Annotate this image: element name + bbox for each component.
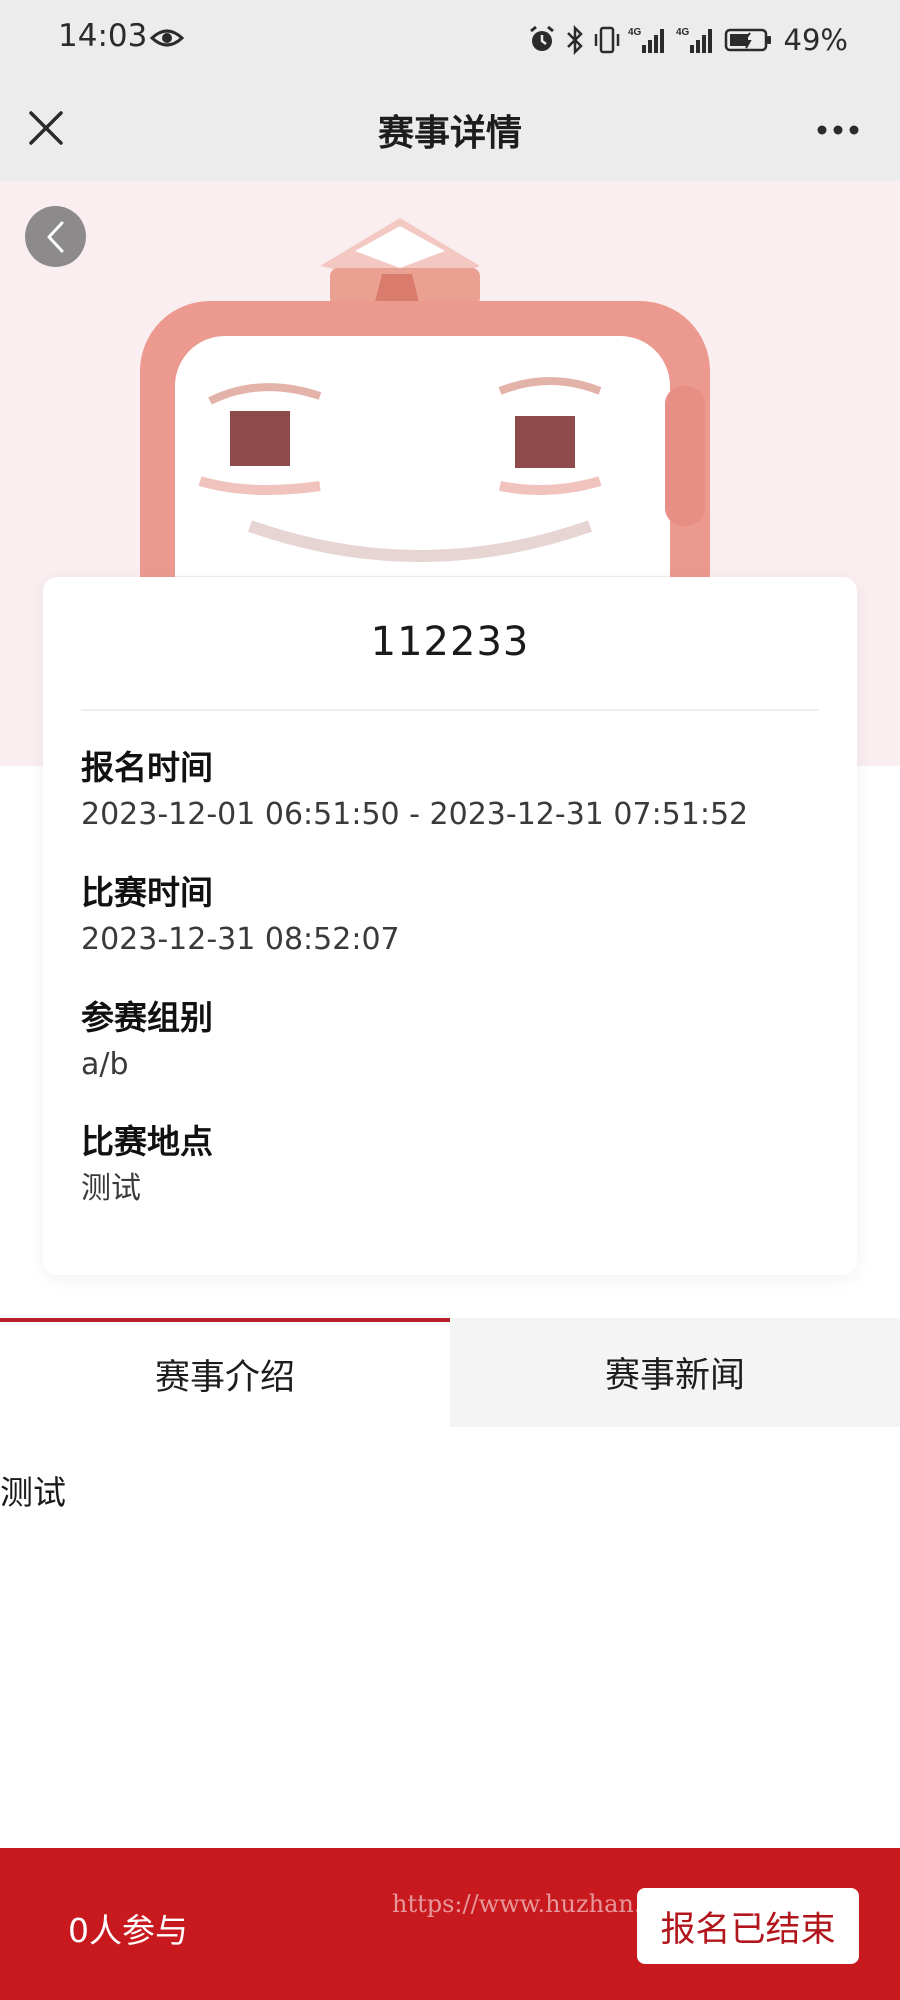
divider xyxy=(81,709,819,711)
field-value: 2023-12-01 06:51:50 - 2023-12-31 07:51:5… xyxy=(81,797,749,832)
field-group: 参赛组别 a/b xyxy=(81,995,819,1087)
status-time: 14:03 xyxy=(58,18,148,54)
bottom-bar: 0人参与 报名已结束 https://www.huzhan.com/ishop4… xyxy=(0,1848,900,2000)
tab-bar: 赛事介绍 赛事新闻 xyxy=(0,1318,900,1427)
vibrate-icon xyxy=(594,26,619,54)
field-value: 测试 xyxy=(81,1171,141,1206)
field-location: 比赛地点 测试 xyxy=(81,1119,819,1211)
signal-icon: 4G xyxy=(628,27,664,53)
tab-news[interactable]: 赛事新闻 xyxy=(450,1318,900,1427)
field-label: 参赛组别 xyxy=(81,998,213,1037)
bluetooth-icon xyxy=(566,25,583,55)
chevron-left-icon xyxy=(47,221,63,252)
nav-bar: 赛事详情 xyxy=(0,80,900,181)
eye-icon xyxy=(150,29,184,47)
field-value: a/b xyxy=(81,1047,129,1082)
field-signup-time: 报名时间 2023-12-01 06:51:50 - 2023-12-31 07… xyxy=(81,745,819,837)
page-title: 赛事详情 xyxy=(377,113,522,154)
event-name: 112233 xyxy=(370,619,530,665)
intro-content: 测试 xyxy=(0,1473,66,1512)
field-label: 比赛时间 xyxy=(81,873,213,912)
svg-text:4G: 4G xyxy=(676,27,690,38)
battery-icon xyxy=(724,28,771,52)
field-match-time: 比赛时间 2023-12-31 08:52:07 xyxy=(81,870,819,962)
field-label: 比赛地点 xyxy=(81,1122,213,1161)
status-bar: 14:03 4G 4G 49% xyxy=(0,0,900,80)
event-info-card: 112233 报名时间 2023-12-01 06:51:50 - 2023-1… xyxy=(43,577,857,1275)
participant-count: 0人参与 xyxy=(68,1911,188,1950)
field-label: 报名时间 xyxy=(81,748,213,787)
status-icons: 4G 4G 49% xyxy=(528,18,848,62)
tab-intro[interactable]: 赛事介绍 xyxy=(0,1318,450,1427)
watermark: https://www.huzhan.com/ishop44453 xyxy=(392,1890,842,1918)
battery-percentage: 49% xyxy=(783,23,848,57)
back-button[interactable] xyxy=(25,206,86,267)
more-icon[interactable] xyxy=(816,124,860,136)
svg-text:4G: 4G xyxy=(628,27,642,38)
field-value: 2023-12-31 08:52:07 xyxy=(81,922,400,957)
signal-icon: 4G xyxy=(676,27,712,53)
alarm-icon xyxy=(529,25,554,51)
